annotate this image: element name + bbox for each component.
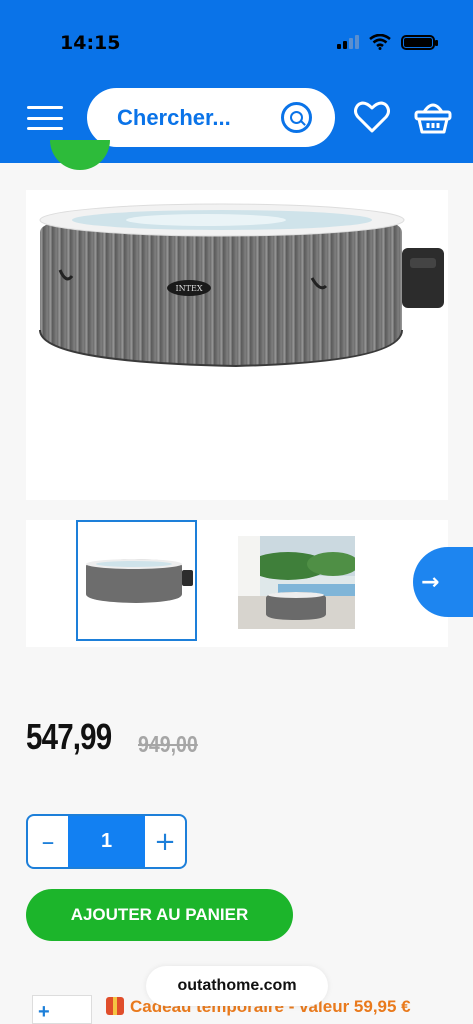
basket-icon[interactable] — [414, 100, 452, 134]
wifi-icon — [369, 34, 391, 50]
browser-url[interactable]: outathome.com — [146, 966, 328, 1006]
signal-icon — [337, 35, 359, 49]
current-price: 547,99 — [26, 716, 112, 757]
brand-logo: INTEX — [175, 284, 202, 293]
arrow-right-icon: → — [421, 569, 440, 595]
quantity-decrease-button[interactable]: – — [28, 816, 68, 867]
hot-tub-image: INTEX — [39, 203, 444, 368]
quantity-increase-button[interactable]: + — [145, 816, 185, 867]
menu-button[interactable] — [27, 106, 63, 130]
thumbnail-2[interactable] — [238, 536, 359, 629]
thumbnail-strip — [26, 520, 448, 647]
add-to-cart-button[interactable]: AJOUTER AU PANIER — [26, 889, 293, 941]
quantity-value[interactable]: 1 — [68, 816, 145, 867]
heart-icon[interactable] — [354, 100, 390, 134]
old-price: 949,00 — [138, 731, 198, 757]
battery-icon — [401, 34, 438, 50]
status-time: 14:15 — [60, 32, 121, 54]
search-input[interactable] — [117, 104, 267, 131]
status-icons — [337, 34, 438, 50]
app-header: 14:15 — [0, 0, 473, 163]
product-image[interactable]: INTEX — [26, 190, 448, 500]
badge-peek — [50, 140, 110, 170]
quantity-stepper: – 1 + — [26, 814, 187, 869]
search-icon[interactable] — [281, 102, 312, 133]
search-bar[interactable] — [87, 88, 335, 147]
thumbnail-1[interactable] — [76, 520, 197, 641]
gift-icon — [106, 997, 124, 1015]
plus-icon: + — [38, 1001, 50, 1023]
